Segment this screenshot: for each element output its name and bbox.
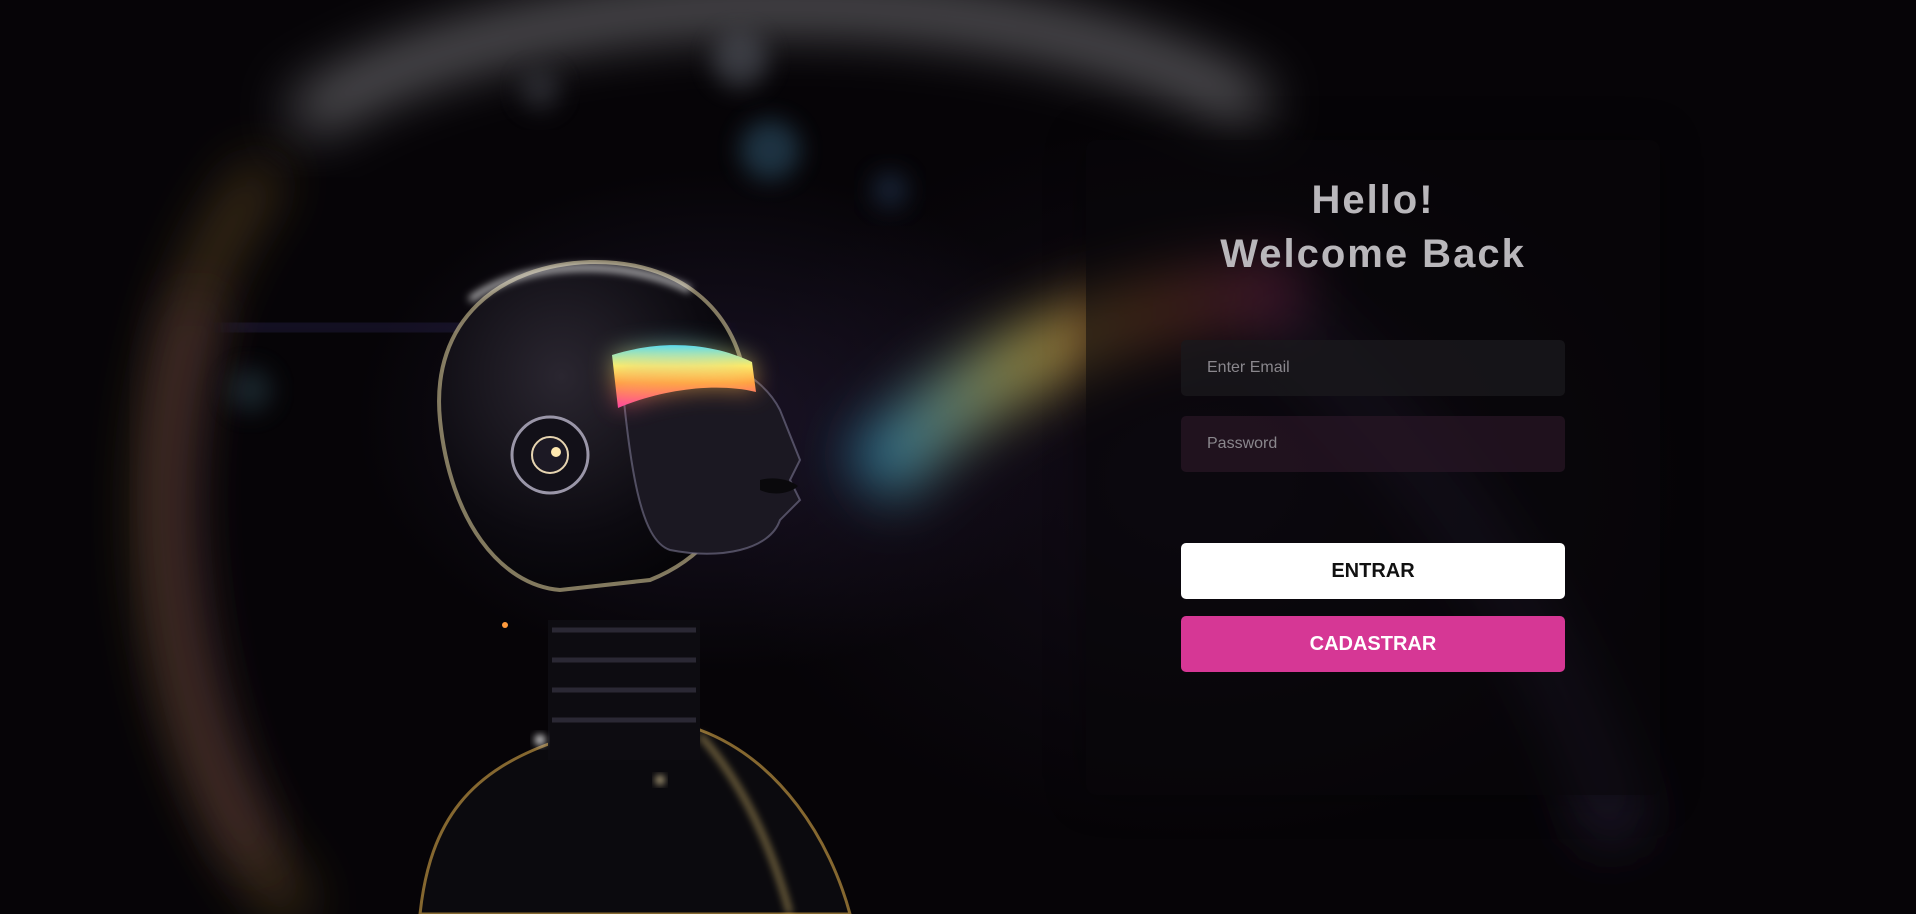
welcome-title: Welcome Back — [1220, 232, 1526, 276]
password-input[interactable] — [1181, 416, 1565, 472]
register-button[interactable]: CADASTRAR — [1181, 616, 1565, 672]
figure — [418, 259, 852, 914]
login-panel: Hello! Welcome Back ENTRAR CADASTRAR — [1086, 140, 1660, 795]
email-input[interactable] — [1181, 340, 1565, 396]
greeting-title: Hello! — [1311, 178, 1435, 222]
enter-button[interactable]: ENTRAR — [1181, 543, 1565, 599]
password-field — [1181, 416, 1565, 472]
email-field — [1181, 340, 1565, 396]
login-page: Hello! Welcome Back ENTRAR CADASTRAR — [0, 0, 1916, 914]
